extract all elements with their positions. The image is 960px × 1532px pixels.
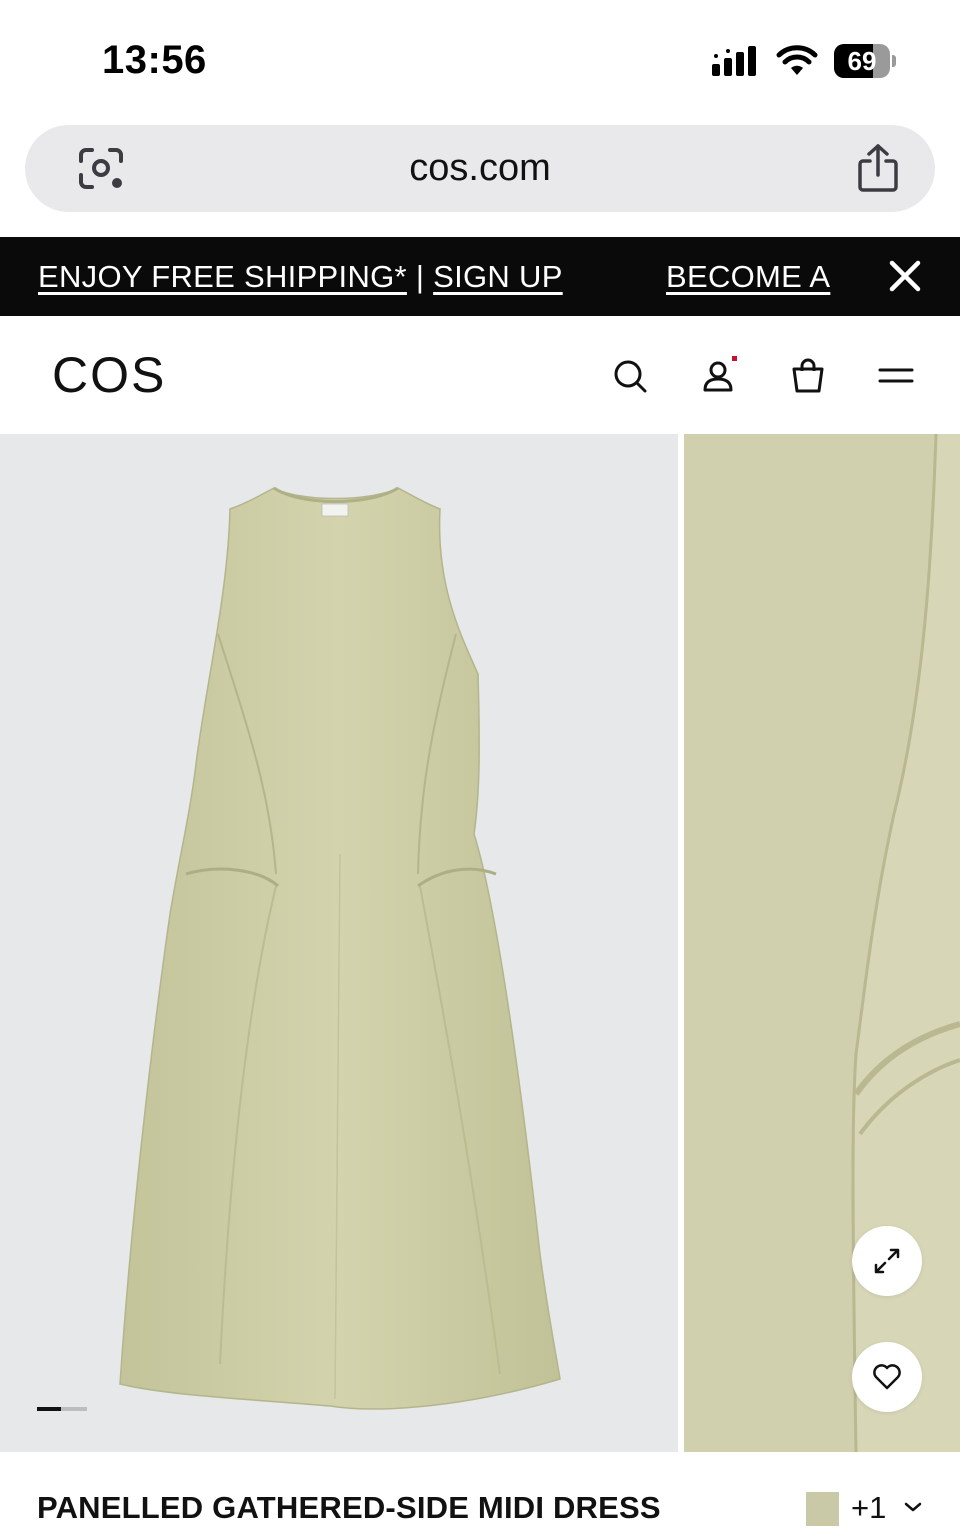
product-image-main[interactable]: [0, 434, 678, 1452]
promo-text: ENJOY FREE SHIPPING* | SIGN UP: [38, 237, 563, 316]
product-info: PANELLED GATHERED-SIDE MIDI DRESS +1: [0, 1452, 960, 1532]
expand-button[interactable]: [852, 1226, 922, 1296]
menu-icon[interactable]: [874, 354, 918, 398]
url-bar[interactable]: cos.com: [25, 125, 935, 212]
battery-icon: 69: [834, 44, 896, 78]
product-gallery[interactable]: [0, 434, 960, 1452]
status-time: 13:56: [102, 38, 207, 82]
color-swatch[interactable]: [806, 1492, 839, 1526]
battery-level: 69: [847, 46, 877, 76]
become-member-link[interactable]: BECOME A: [666, 237, 830, 316]
promo-separator: |: [415, 259, 425, 294]
free-shipping-link[interactable]: ENJOY FREE SHIPPING*: [38, 259, 407, 294]
site-header: COS: [0, 316, 960, 434]
promo-banner: ENJOY FREE SHIPPING* | SIGN UP BECOME A: [0, 237, 960, 316]
status-icons: 69: [712, 44, 896, 78]
product-title: PANELLED GATHERED-SIDE MIDI DRESS: [37, 1490, 661, 1525]
product-image-detail[interactable]: [684, 434, 960, 1452]
close-icon[interactable]: [886, 257, 924, 295]
status-bar: 13:56 69: [0, 0, 960, 120]
wishlist-button[interactable]: [852, 1342, 922, 1412]
share-icon[interactable]: [855, 143, 901, 193]
bag-icon[interactable]: [786, 354, 830, 398]
wifi-icon: [776, 45, 818, 77]
url-text[interactable]: cos.com: [25, 125, 935, 212]
more-colors-count[interactable]: +1: [851, 1490, 886, 1526]
search-icon[interactable]: [608, 354, 652, 398]
pagination-active-indicator: [37, 1407, 61, 1411]
account-icon[interactable]: [698, 354, 742, 398]
cos-logo[interactable]: COS: [52, 346, 166, 404]
chevron-down-icon[interactable]: [902, 1500, 924, 1519]
signal-icon: [712, 46, 760, 76]
image-pagination: [37, 1407, 87, 1411]
sign-up-link[interactable]: SIGN UP: [433, 259, 563, 294]
